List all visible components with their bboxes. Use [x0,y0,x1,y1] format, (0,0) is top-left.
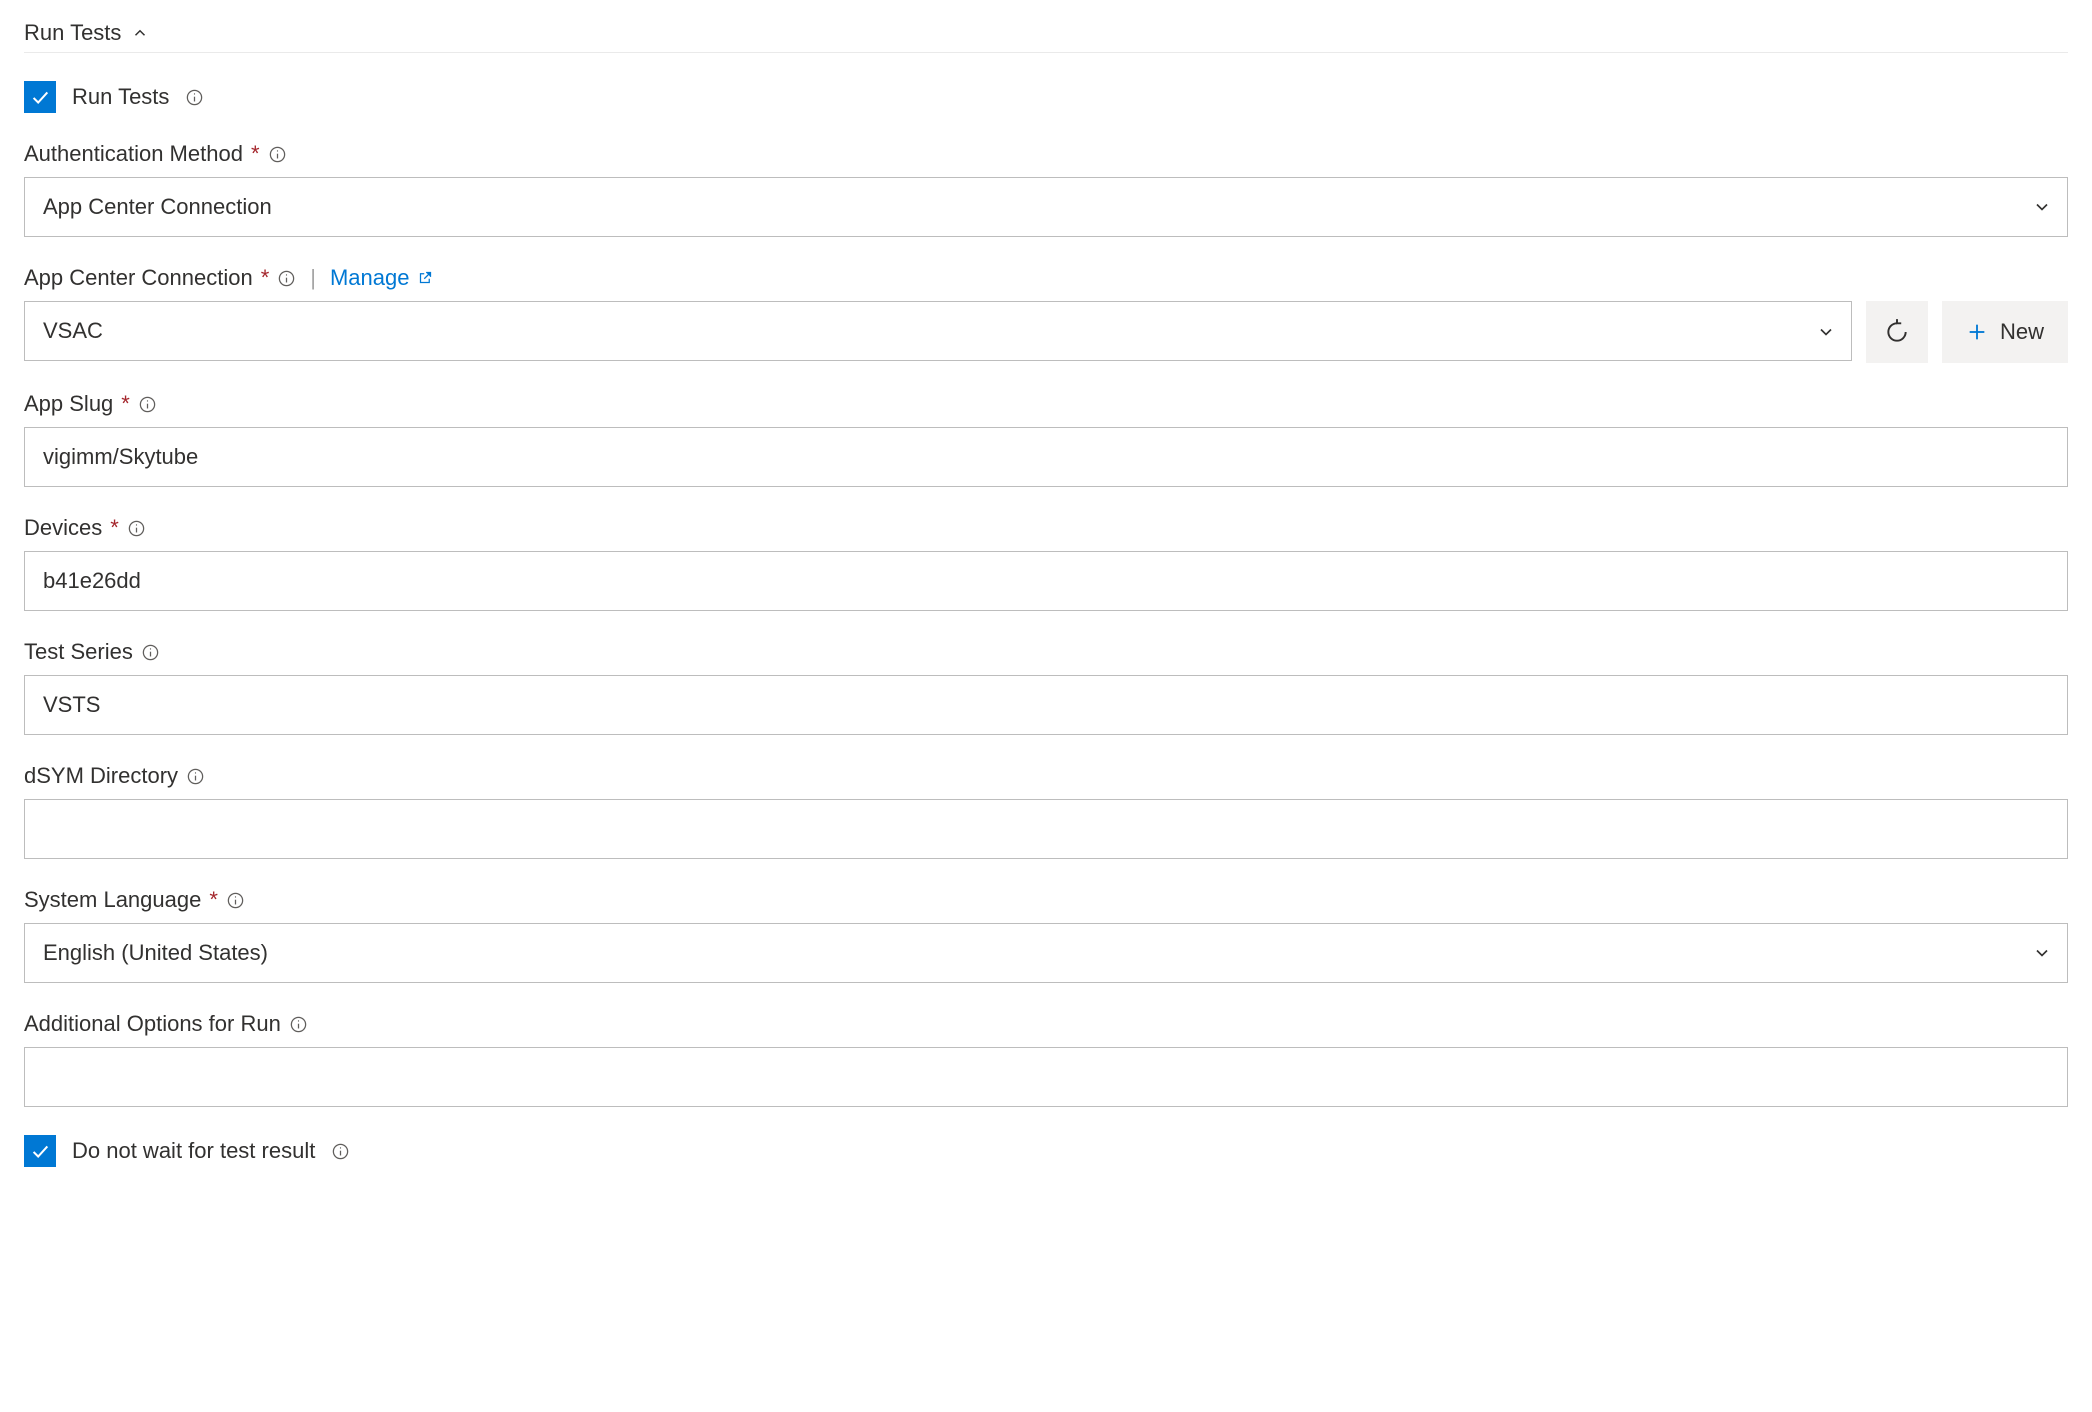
info-icon[interactable] [226,891,245,910]
info-icon[interactable] [289,1015,308,1034]
info-icon[interactable] [331,1142,350,1161]
dsym-directory-label: dSYM Directory [24,763,178,789]
manage-link-text: Manage [330,265,410,291]
refresh-button[interactable] [1866,301,1928,363]
info-icon[interactable] [138,395,157,414]
run-tests-checkbox[interactable] [24,81,56,113]
app-center-connection-label: App Center Connection [24,265,253,291]
info-icon[interactable] [186,767,205,786]
section-title: Run Tests [24,20,121,46]
test-series-input[interactable] [24,675,2068,735]
test-series-label: Test Series [24,639,133,665]
run-tests-label: Run Tests [72,84,169,110]
chevron-up-icon [131,24,149,42]
auth-method-select[interactable] [24,177,2068,237]
additional-options-input[interactable] [24,1047,2068,1107]
info-icon[interactable] [277,269,296,288]
do-not-wait-label: Do not wait for test result [72,1138,315,1164]
dsym-directory-input[interactable] [24,799,2068,859]
auth-method-label: Authentication Method [24,141,243,167]
new-button[interactable]: New [1942,301,2068,363]
required-marker: * [251,141,260,167]
system-language-label: System Language [24,887,201,913]
devices-label: Devices [24,515,102,541]
app-slug-input[interactable] [24,427,2068,487]
info-icon[interactable] [141,643,160,662]
new-button-label: New [2000,319,2044,345]
system-language-select[interactable] [24,923,2068,983]
additional-options-label: Additional Options for Run [24,1011,281,1037]
manage-link[interactable]: Manage [330,265,433,291]
info-icon[interactable] [268,145,287,164]
info-icon[interactable] [127,519,146,538]
external-link-icon [418,265,433,291]
devices-input[interactable] [24,551,2068,611]
section-header-run-tests[interactable]: Run Tests [24,20,2068,53]
app-slug-label: App Slug [24,391,113,417]
required-marker: * [209,887,218,913]
required-marker: * [110,515,119,541]
label-divider: | [310,265,316,291]
do-not-wait-checkbox[interactable] [24,1135,56,1167]
required-marker: * [261,265,270,291]
app-center-connection-select[interactable] [24,301,1852,361]
info-icon[interactable] [185,88,204,107]
required-marker: * [121,391,130,417]
